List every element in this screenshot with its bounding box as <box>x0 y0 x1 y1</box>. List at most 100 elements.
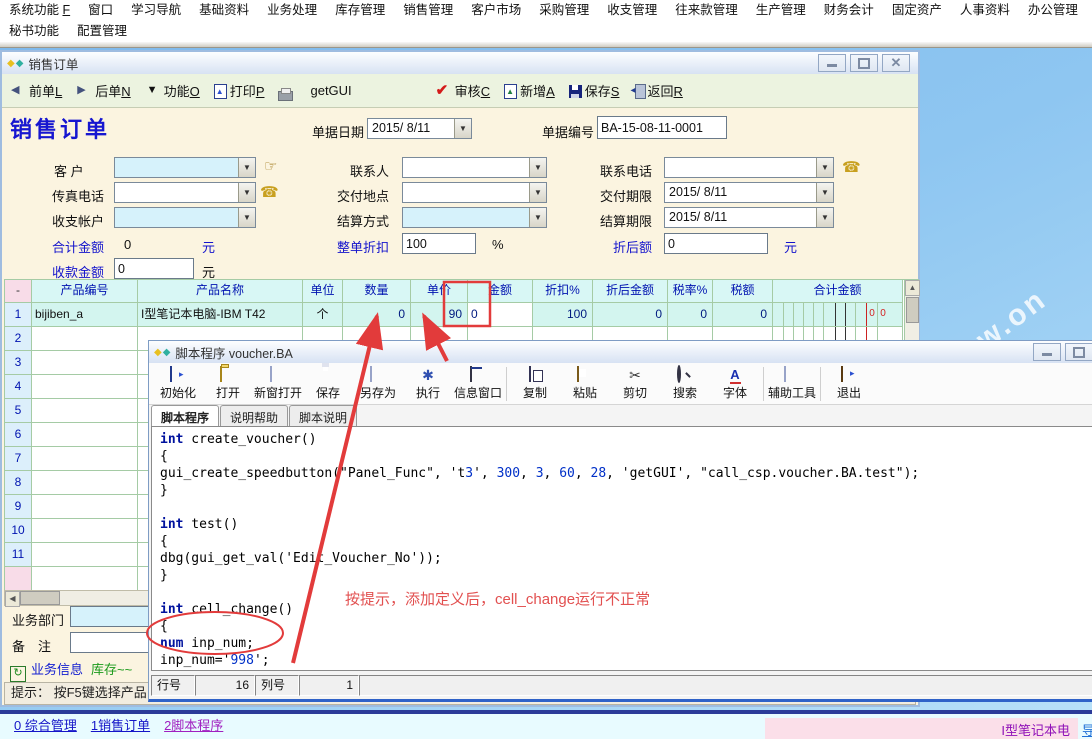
phone-icon[interactable]: ☎ <box>260 183 279 201</box>
code-editor[interactable]: int create_voucher(){gui_create_speedbut… <box>151 426 1092 671</box>
dropdown-arrow-icon[interactable]: ▼ <box>529 208 546 227</box>
menu-item[interactable]: 库存管理 <box>326 0 394 21</box>
received-input[interactable] <box>114 258 194 279</box>
row-number[interactable]: 11 <box>5 543 32 567</box>
account-dropdown[interactable]: ▼ <box>114 207 256 228</box>
edtool-button-0[interactable]: 初始化 <box>153 364 203 404</box>
toolbar-save-button[interactable]: 保存S <box>569 81 620 100</box>
mini-cell[interactable]: 0 <box>866 303 877 326</box>
customer-dropdown[interactable]: ▼ <box>114 157 256 178</box>
scroll-left-icon[interactable]: ◀ <box>5 591 20 607</box>
cell[interactable] <box>32 519 138 543</box>
edtool-button-5[interactable]: ✱执行 <box>403 364 453 404</box>
cell[interactable] <box>32 351 138 375</box>
cell[interactable] <box>32 447 138 471</box>
menu-item[interactable]: 人事资料 <box>951 0 1019 21</box>
edtool-button-9[interactable]: ✂剪切 <box>610 364 660 404</box>
mini-cell[interactable] <box>773 303 783 326</box>
doc-no-input[interactable] <box>597 116 727 139</box>
doc-date-dropdown[interactable]: 2015/ 8/11▼ <box>367 118 472 139</box>
mini-cell[interactable] <box>855 303 866 326</box>
row-number[interactable]: 8 <box>5 471 32 495</box>
row-number[interactable]: 6 <box>5 423 32 447</box>
row-number[interactable] <box>5 567 32 591</box>
tab-0[interactable]: 脚本程序 <box>151 405 219 428</box>
edtool-button-3[interactable]: 保存 <box>303 364 353 404</box>
column-header[interactable]: 合计金额 <box>773 280 903 303</box>
cell[interactable] <box>32 423 138 447</box>
row-number[interactable]: 7 <box>5 447 32 471</box>
business-info-link[interactable]: 业务信息 <box>31 662 83 677</box>
menu-item[interactable]: 秘书功能 <box>0 21 68 42</box>
cell[interactable]: 100 <box>533 303 593 327</box>
menu-item[interactable]: 收支管理 <box>598 0 666 21</box>
phone-icon[interactable]: ☎ <box>842 158 861 176</box>
dropdown-arrow-icon[interactable]: ▼ <box>529 183 546 202</box>
toolbar-audit-button[interactable]: 审核C <box>436 81 490 100</box>
column-header[interactable]: 折扣% <box>533 280 593 303</box>
deliver-place-dropdown[interactable]: ▼ <box>402 182 547 203</box>
menu-item[interactable]: 学习导航 <box>122 0 190 21</box>
toolbar-printer-button[interactable] <box>278 86 296 96</box>
cell[interactable] <box>32 399 138 423</box>
row-number[interactable]: 10 <box>5 519 32 543</box>
cell[interactable]: 90 <box>411 303 468 327</box>
cell[interactable]: 0 <box>713 303 773 327</box>
column-header[interactable]: 折后金额 <box>593 280 668 303</box>
cell[interactable]: 0 <box>343 303 411 327</box>
cell[interactable]: 0 <box>593 303 668 327</box>
mini-cell[interactable] <box>803 303 813 326</box>
cell[interactable] <box>32 543 138 567</box>
tab-1[interactable]: 说明帮助 <box>220 405 288 428</box>
contact-dropdown[interactable]: ▼ <box>402 157 547 178</box>
menu-item[interactable]: 财务会计 <box>815 0 883 21</box>
row-number[interactable]: 9 <box>5 495 32 519</box>
menu-item[interactable]: 配置管理 <box>68 21 136 42</box>
cell[interactable]: bijiben_a <box>32 303 138 327</box>
toolbar-back-button[interactable]: 返回R <box>633 81 682 100</box>
deliver-due-dropdown[interactable]: 2015/ 8/11▼ <box>664 182 834 203</box>
mini-cell[interactable] <box>845 303 855 326</box>
column-header[interactable]: - <box>5 280 32 303</box>
menu-item[interactable]: 系统功能 F <box>0 0 79 21</box>
fax-dropdown[interactable]: ▼ <box>114 182 256 203</box>
toolbar-print-button[interactable]: 打印P <box>214 81 265 100</box>
toolbar-prev-button[interactable]: 前单L <box>10 81 62 100</box>
cell[interactable] <box>32 375 138 399</box>
edtool-button-12[interactable]: 辅助工具 <box>767 364 817 404</box>
mini-cell[interactable] <box>813 303 823 326</box>
cell[interactable] <box>32 495 138 519</box>
toolbar-add-button[interactable]: 新增A <box>504 81 555 100</box>
edtool-button-4[interactable]: 另存为 <box>353 364 403 404</box>
minimize-button[interactable] <box>1033 343 1061 361</box>
menu-item[interactable]: 基础资料 <box>190 0 258 21</box>
settle-due-dropdown[interactable]: 2015/ 8/11▼ <box>664 207 834 228</box>
settle-method-dropdown[interactable]: ▼ <box>402 207 547 228</box>
maximize-button[interactable] <box>850 54 878 72</box>
dropdown-arrow-icon[interactable]: ▼ <box>816 183 833 202</box>
menu-item[interactable]: 往来款管理 <box>666 0 747 21</box>
tab-2[interactable]: 脚本说明 <box>289 405 357 428</box>
contact-phone-dropdown[interactable]: ▼ <box>664 157 834 178</box>
cell[interactable] <box>32 327 138 351</box>
row-number[interactable]: 3 <box>5 351 32 375</box>
stock-link[interactable]: 库存~~ <box>91 662 132 677</box>
mini-cell[interactable] <box>783 303 793 326</box>
discount-input[interactable] <box>402 233 476 254</box>
dropdown-arrow-icon[interactable]: ▼ <box>816 158 833 177</box>
toolbar-func-button[interactable]: 功能O <box>145 81 200 100</box>
edtool-button-11[interactable]: A字体 <box>710 364 760 404</box>
edtool-button-1[interactable]: 打开 <box>203 364 253 404</box>
edtool-button-6[interactable]: 信息窗口 <box>453 364 503 404</box>
dropdown-arrow-icon[interactable]: ▼ <box>238 208 255 227</box>
column-header[interactable]: 税额 <box>713 280 773 303</box>
dropdown-arrow-icon[interactable]: ▼ <box>238 158 255 177</box>
close-button[interactable]: ✕ <box>882 54 910 72</box>
menu-item[interactable]: 固定资产 <box>883 0 951 21</box>
dropdown-arrow-icon[interactable]: ▼ <box>816 208 833 227</box>
column-header[interactable]: 单价 <box>411 280 468 303</box>
taskbar-product-item[interactable]: I型笔记本电 <box>765 718 1078 739</box>
column-header[interactable]: 数量 <box>343 280 411 303</box>
menu-item[interactable]: 客户市场 <box>462 0 530 21</box>
script-window-titlebar[interactable]: ◆◆ 脚本程序 voucher.BA <box>149 341 1092 364</box>
